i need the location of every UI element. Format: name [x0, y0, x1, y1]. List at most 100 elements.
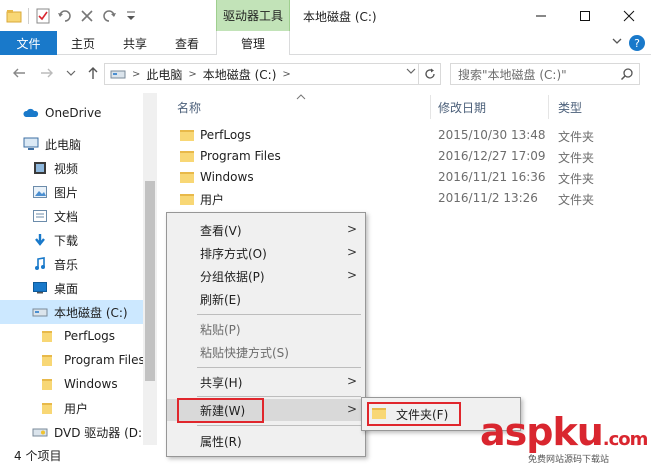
nav-item-music[interactable]: 音乐: [0, 252, 143, 276]
nav-item-label: 本地磁盘 (C:): [54, 305, 128, 320]
file-modified: 2016/11/2 13:26: [438, 191, 538, 205]
nav-item-dvd-drive[interactable]: DVD 驱动器 (D:: [0, 420, 143, 444]
nav-item-videos[interactable]: 视频: [0, 156, 143, 180]
column-header-type[interactable]: 类型: [558, 95, 582, 119]
chevron-down-icon: [66, 70, 76, 76]
menu-item-group-by[interactable]: 分组依据(P) >: [167, 265, 365, 287]
nav-scrollbar[interactable]: [143, 93, 157, 445]
folder-icon: [180, 150, 194, 162]
recent-locations-button[interactable]: [62, 64, 80, 82]
breadcrumb-separator[interactable]: >: [188, 69, 196, 80]
menu-item-properties[interactable]: 属性(R): [167, 430, 365, 452]
contextual-tab-group-label: 驱动器工具: [216, 0, 290, 31]
minimize-icon: [536, 15, 546, 16]
dvd-icon: [32, 424, 48, 440]
properties-icon[interactable]: [35, 8, 51, 24]
refresh-button[interactable]: [418, 64, 440, 84]
column-divider[interactable]: [430, 95, 431, 119]
file-row[interactable]: 用户 2016/11/2 13:26 文件夹: [174, 188, 644, 209]
nav-item-local-disk[interactable]: 本地磁盘 (C:): [0, 300, 143, 324]
minimize-button[interactable]: [519, 0, 563, 31]
breadcrumb-separator[interactable]: >: [282, 69, 290, 80]
chevron-right-icon: >: [346, 374, 357, 388]
address-bar[interactable]: > 此电脑 > 本地磁盘 (C:) >: [104, 63, 441, 85]
menu-item-new-folder[interactable]: 文件夹(F): [367, 402, 461, 426]
nav-item-label: 音乐: [54, 257, 79, 272]
menu-item-sort[interactable]: 排序方式(O) >: [167, 242, 365, 264]
menu-item-share[interactable]: 共享(H) >: [167, 371, 365, 393]
search-icon[interactable]: [620, 67, 634, 84]
nav-item-onedrive[interactable]: OneDrive: [0, 101, 143, 125]
column-divider[interactable]: [548, 95, 549, 119]
tab-file[interactable]: 文件: [0, 31, 57, 55]
picture-icon: [32, 184, 48, 200]
quick-access-toolbar: [6, 6, 139, 26]
close-button[interactable]: [607, 0, 651, 31]
nav-scrollbar-thumb[interactable]: [145, 181, 155, 381]
menu-item-view[interactable]: 查看(V) >: [167, 219, 365, 241]
nav-item-program-files[interactable]: Program Files: [0, 348, 143, 372]
nav-item-label: PerfLogs: [64, 329, 116, 343]
search-input[interactable]: 搜索"本地磁盘 (C:)": [450, 63, 640, 85]
menu-item-label: 文件夹(F): [396, 407, 449, 422]
highlight-box: [177, 398, 264, 423]
nav-item-this-pc[interactable]: 此电脑: [0, 132, 143, 156]
file-name: Program Files: [200, 149, 281, 163]
nav-item-users[interactable]: 用户: [0, 396, 143, 420]
back-button[interactable]: [10, 64, 28, 82]
tab-view[interactable]: 查看: [166, 31, 208, 55]
redo-icon[interactable]: [101, 8, 117, 24]
nav-item-downloads[interactable]: 下载: [0, 228, 143, 252]
navigation-pane: OneDrive 此电脑 视频 图片 文档 下载 音乐 桌面 本地磁盘 (C:)…: [0, 93, 157, 445]
undo-icon[interactable]: [57, 8, 73, 24]
tab-home[interactable]: 主页: [62, 31, 104, 55]
menu-item-paste-shortcut: 粘贴快捷方式(S): [167, 341, 365, 363]
drive-icon: [110, 68, 126, 80]
context-menu: 查看(V) > 排序方式(O) > 分组依据(P) > 刷新(E) 粘贴(P) …: [166, 212, 366, 457]
maximize-button[interactable]: [563, 0, 607, 31]
title-bar: 驱动器工具 本地磁盘 (C:): [0, 0, 651, 31]
chevron-down-icon[interactable]: [611, 35, 623, 50]
help-icon[interactable]: ?: [629, 35, 645, 51]
up-button[interactable]: [84, 64, 102, 82]
document-icon: [32, 208, 48, 224]
tab-manage[interactable]: 管理: [216, 31, 290, 56]
refresh-icon: [424, 68, 435, 79]
nav-item-label: 文档: [54, 209, 79, 224]
address-row: > 此电脑 > 本地磁盘 (C:) > 搜索"本地磁盘 (C:)": [0, 55, 651, 93]
nav-item-label: Program Files: [64, 353, 143, 367]
column-header-name[interactable]: 名称: [177, 95, 201, 119]
column-header-modified[interactable]: 修改日期: [438, 95, 486, 119]
nav-item-label: 桌面: [54, 281, 79, 296]
nav-item-windows[interactable]: Windows: [0, 372, 143, 396]
file-name: Windows: [200, 170, 254, 184]
forward-button[interactable]: [38, 64, 56, 82]
breadcrumb-local-disk[interactable]: 本地磁盘 (C:): [203, 66, 277, 83]
customize-qat-icon[interactable]: [123, 8, 139, 24]
nav-item-desktop[interactable]: 桌面: [0, 276, 143, 300]
nav-item-documents[interactable]: 文档: [0, 204, 143, 228]
delete-icon[interactable]: [79, 8, 95, 24]
file-modified: 2015/10/30 13:48: [438, 128, 546, 142]
file-row[interactable]: PerfLogs 2015/10/30 13:48 文件夹: [174, 125, 644, 146]
nav-item-label: Windows: [64, 377, 118, 391]
drive-icon: [32, 304, 48, 320]
nav-item-label: DVD 驱动器 (D:: [54, 425, 143, 440]
file-type: 文件夹: [558, 151, 595, 165]
menu-item-label: 属性(R): [200, 434, 242, 449]
tab-share[interactable]: 共享: [114, 31, 156, 55]
music-icon: [32, 256, 48, 272]
file-row[interactable]: Windows 2016/11/21 16:36 文件夹: [174, 167, 644, 188]
address-dropdown-icon[interactable]: [406, 67, 416, 78]
file-row[interactable]: Program Files 2016/12/27 17:09 文件夹: [174, 146, 644, 167]
menu-item-refresh[interactable]: 刷新(E): [167, 288, 365, 310]
video-icon: [32, 160, 48, 176]
menu-separator: [197, 396, 361, 397]
menu-item-label: 刷新(E): [200, 292, 241, 307]
breadcrumb-this-pc[interactable]: 此电脑: [146, 66, 182, 83]
nav-item-label: 用户: [64, 401, 89, 416]
nav-item-perflogs[interactable]: PerfLogs: [0, 324, 143, 348]
file-name: PerfLogs: [200, 128, 252, 142]
nav-item-pictures[interactable]: 图片: [0, 180, 143, 204]
breadcrumb-separator[interactable]: >: [132, 69, 140, 80]
